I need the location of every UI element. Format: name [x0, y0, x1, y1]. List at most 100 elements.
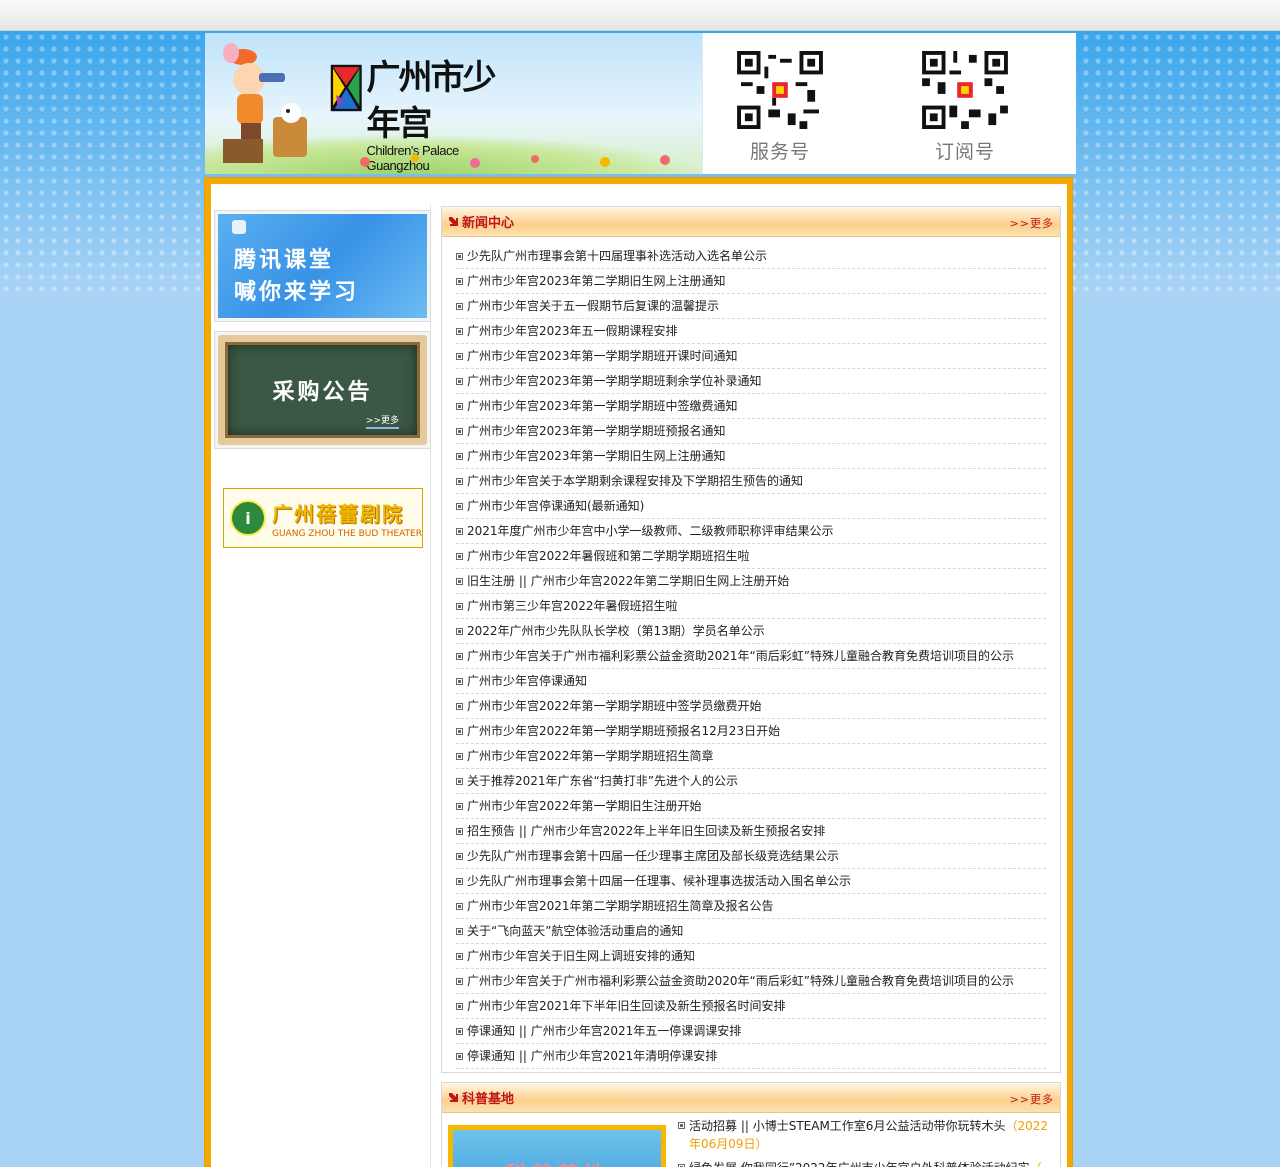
news-link[interactable]: 2021年度广州市少年宫中小学一级教师、二级教师职称评审结果公示 [467, 519, 834, 543]
news-item[interactable]: 广州市少年宫停课通知(最新通知) [456, 494, 1046, 519]
news-link[interactable]: 广州市少年宫2023年第一学期学期班预报名通知 [467, 419, 726, 443]
news-link[interactable]: 广州市少年宫2023年第一学期学期班开课时间通知 [467, 344, 738, 368]
news-link[interactable]: 关于“飞向蓝天”航空体验活动重启的通知 [467, 919, 683, 943]
procurement-banner[interactable]: 采购公告 >>更多 [214, 331, 431, 449]
news-link[interactable]: 广州市少年宫2021年第二学期学期班招生简章及报名公告 [467, 894, 774, 918]
science-item-link[interactable]: 活动招募 || 小博士STEAM工作室6月公益活动带你玩转木头 [689, 1119, 1005, 1133]
site-logo[interactable]: 广州市少年宫 Children's Palace Guangzhou [330, 55, 515, 173]
news-item[interactable]: 广州市少年宫2023年第一学期学期班剩余学位补录通知 [456, 369, 1046, 394]
bullet-icon [456, 877, 463, 885]
news-item[interactable]: 关于推荐2021年广东省“扫黄打非”先进个人的公示 [456, 769, 1046, 794]
news-link[interactable]: 广州市少年宫2022年第一学期学期班中签学员缴费开始 [467, 694, 762, 718]
flower-decoration [360, 154, 670, 168]
news-item[interactable]: 少先队广州市理事会第十四届一任理事、候补理事选拔活动入围名单公示 [456, 869, 1046, 894]
news-link[interactable]: 少先队广州市理事会第十四届理事补选活动入选名单公示 [467, 244, 767, 268]
science-base-title: 科普基地 [462, 1092, 515, 1107]
news-item[interactable]: 招生预告 || 广州市少年宫2022年上半年旧生回读及新生预报名安排 [456, 819, 1046, 844]
science-more-link[interactable]: >>更多 [1010, 1091, 1054, 1107]
qr-subscribe[interactable]: 订阅号 [919, 51, 1011, 164]
news-item[interactable]: 广州市少年宫2022年暑假班和第二学期学期班招生啦 [456, 544, 1046, 569]
news-link[interactable]: 2022年广州市少先队队长学校（第13期）学员名单公示 [467, 619, 765, 643]
news-item[interactable]: 广州市少年宫2023年第二学期旧生网上注册通知 [456, 269, 1046, 294]
news-item[interactable]: 广州市少年宫2022年第一学期旧生注册开始 [456, 794, 1046, 819]
news-link[interactable]: 广州市少年宫2023年第二学期旧生网上注册通知 [467, 269, 726, 293]
bullet-icon [456, 802, 463, 810]
news-link[interactable]: 关于推荐2021年广东省“扫黄打非”先进个人的公示 [467, 769, 738, 793]
tencent-classroom-banner[interactable]: 腾讯课堂 喊你来学习 [214, 210, 431, 322]
news-item[interactable]: 广州市少年宫2023年第一学期学期班中签缴费通知 [456, 394, 1046, 419]
news-link[interactable]: 广州市少年宫停课通知 [467, 669, 587, 693]
bullet-icon [456, 527, 463, 535]
news-link[interactable]: 广州市少年宫2022年暑假班和第二学期学期班招生啦 [467, 544, 750, 568]
news-item[interactable]: 广州市少年宫2022年第一学期学期班预报名12月23日开始 [456, 719, 1046, 744]
news-link[interactable]: 旧生注册 || 广州市少年宫2022年第二学期旧生网上注册开始 [467, 569, 789, 593]
news-link[interactable]: 招生预告 || 广州市少年宫2022年上半年旧生回读及新生预报名安排 [467, 819, 825, 843]
news-item[interactable]: 广州市少年宫2022年第一学期学期班招生简章 [456, 744, 1046, 769]
browser-top-strip [0, 0, 1280, 31]
news-link[interactable]: 广州市少年宫关于广州市福利彩票公益金资助2020年“雨后彩虹”特殊儿童融合教育免… [467, 969, 1014, 993]
news-item[interactable]: 广州市少年宫2021年下半年旧生回读及新生预报名时间安排 [456, 994, 1046, 1019]
news-item[interactable]: 广州市少年宫2023年五一假期课程安排 [456, 319, 1046, 344]
news-item[interactable]: 停课通知 || 广州市少年宫2021年五一停课调课安排 [456, 1019, 1046, 1044]
science-base-image[interactable]: 科普基地 [448, 1125, 666, 1167]
news-link[interactable]: 停课通知 || 广州市少年宫2021年清明停课安排 [467, 1044, 717, 1068]
bullet-icon [456, 977, 463, 985]
news-link[interactable]: 广州市少年宫2023年五一假期课程安排 [467, 319, 678, 343]
news-item[interactable]: 广州市少年宫2023年第一学期学期班开课时间通知 [456, 344, 1046, 369]
news-center-panel: 新闻中心 >>更多 少先队广州市理事会第十四届理事补选活动入选名单公示 广州市少年… [441, 206, 1061, 1073]
news-link[interactable]: 广州市少年宫2022年第一学期学期班预报名12月23日开始 [467, 719, 780, 743]
news-item[interactable]: 2022年广州市少先队队长学校（第13期）学员名单公示 [456, 619, 1046, 644]
news-link[interactable]: 广州市少年宫2023年第一学期旧生网上注册通知 [467, 444, 726, 468]
bud-theater-banner[interactable]: i 广州蓓蕾剧院 GUANG ZHOU THE BUD THEATER [223, 488, 423, 548]
news-item[interactable]: 关于“飞向蓝天”航空体验活动重启的通知 [456, 919, 1046, 944]
news-item[interactable]: 广州市少年宫2023年第一学期旧生网上注册通知 [456, 444, 1046, 469]
news-link[interactable]: 广州市少年宫2021年下半年旧生回读及新生预报名时间安排 [467, 994, 786, 1018]
news-item[interactable]: 广州市少年宫关于广州市福利彩票公益金资助2021年“雨后彩虹”特殊儿童融合教育免… [456, 644, 1046, 669]
news-more-link[interactable]: >>更多 [1010, 215, 1054, 231]
header-banner: 广州市少年宫 Children's Palace Guangzhou 服务号 订… [205, 33, 1076, 174]
news-item[interactable]: 广州市少年宫2021年第二学期学期班招生简章及报名公告 [456, 894, 1046, 919]
news-item[interactable]: 旧生注册 || 广州市少年宫2022年第二学期旧生网上注册开始 [456, 569, 1046, 594]
science-item-link[interactable]: 绿色发展 你我同行”2022年广州市少年宫户外科普体验活动纪实 [689, 1161, 1030, 1167]
bullet-icon [456, 1027, 463, 1035]
news-link[interactable]: 广州市少年宫2022年第一学期学期班招生简章 [467, 744, 714, 768]
bullet-icon [456, 777, 463, 785]
arrow-down-right-icon [449, 217, 458, 226]
logo-mark-icon [330, 64, 362, 112]
news-link[interactable]: 广州市少年宫2023年第一学期学期班剩余学位补录通知 [467, 369, 762, 393]
theater-chinese-name: 广州蓓蕾剧院 [272, 501, 404, 526]
bullet-icon [456, 377, 463, 385]
news-item[interactable]: 广州市少年宫2023年第一学期学期班预报名通知 [456, 419, 1046, 444]
procurement-more-link[interactable]: >>更多 [365, 413, 399, 429]
news-link[interactable]: 广州市少年宫关于五一假期节后复课的温馨提示 [467, 294, 719, 318]
news-item[interactable]: 广州市少年宫停课通知 [456, 669, 1046, 694]
news-link[interactable]: 广州市少年宫2023年第一学期学期班中签缴费通知 [467, 394, 738, 418]
news-item[interactable]: 广州市第三少年宫2022年暑假班招生啦 [456, 594, 1046, 619]
bullet-icon [456, 302, 463, 310]
news-item[interactable]: 广州市少年宫关于五一假期节后复课的温馨提示 [456, 294, 1046, 319]
news-link[interactable]: 少先队广州市理事会第十四届一任理事、候补理事选拔活动入围名单公示 [467, 869, 851, 893]
science-item[interactable]: 活动招募 || 小博士STEAM工作室6月公益活动带你玩转木头（2022年06月… [678, 1117, 1054, 1153]
news-item[interactable]: 广州市少年宫关于广州市福利彩票公益金资助2020年“雨后彩虹”特殊儿童融合教育免… [456, 969, 1046, 994]
tencent-line2: 喊你来学习 [234, 279, 360, 305]
news-item[interactable]: 停课通知 || 广州市少年宫2021年清明停课安排 [456, 1044, 1046, 1069]
news-item[interactable]: 少先队广州市理事会第十四届一任少理事主席团及部长级竞选结果公示 [456, 844, 1046, 869]
news-link[interactable]: 少先队广州市理事会第十四届一任少理事主席团及部长级竞选结果公示 [467, 844, 839, 868]
news-item[interactable]: 广州市少年宫关于旧生网上调班安排的通知 [456, 944, 1046, 969]
news-link[interactable]: 广州市少年宫关于本学期剩余课程安排及下学期招生预告的通知 [467, 469, 803, 493]
news-item[interactable]: 广州市少年宫2022年第一学期学期班中签学员缴费开始 [456, 694, 1046, 719]
news-item[interactable]: 广州市少年宫关于本学期剩余课程安排及下学期招生预告的通知 [456, 469, 1046, 494]
news-item[interactable]: 2021年度广州市少年宫中小学一级教师、二级教师职称评审结果公示 [456, 519, 1046, 544]
science-item[interactable]: 绿色发展 你我同行”2022年广州市少年宫户外科普体验活动纪实（ [678, 1159, 1054, 1167]
bullet-icon [456, 652, 463, 660]
news-item[interactable]: 少先队广州市理事会第十四届理事补选活动入选名单公示 [456, 244, 1046, 269]
chalkboard: 采购公告 >>更多 [225, 342, 420, 438]
news-link[interactable]: 广州市少年宫停课通知(最新通知) [467, 494, 644, 518]
news-link[interactable]: 广州市第三少年宫2022年暑假班招生啦 [467, 594, 678, 618]
news-link[interactable]: 广州市少年宫关于广州市福利彩票公益金资助2021年“雨后彩虹”特殊儿童融合教育免… [467, 644, 1014, 668]
news-link[interactable]: 广州市少年宫2022年第一学期旧生注册开始 [467, 794, 702, 818]
bullet-icon [456, 627, 463, 635]
news-link[interactable]: 停课通知 || 广州市少年宫2021年五一停课调课安排 [467, 1019, 741, 1043]
news-link[interactable]: 广州市少年宫关于旧生网上调班安排的通知 [467, 944, 695, 968]
qr-service[interactable]: 服务号 [734, 51, 826, 164]
